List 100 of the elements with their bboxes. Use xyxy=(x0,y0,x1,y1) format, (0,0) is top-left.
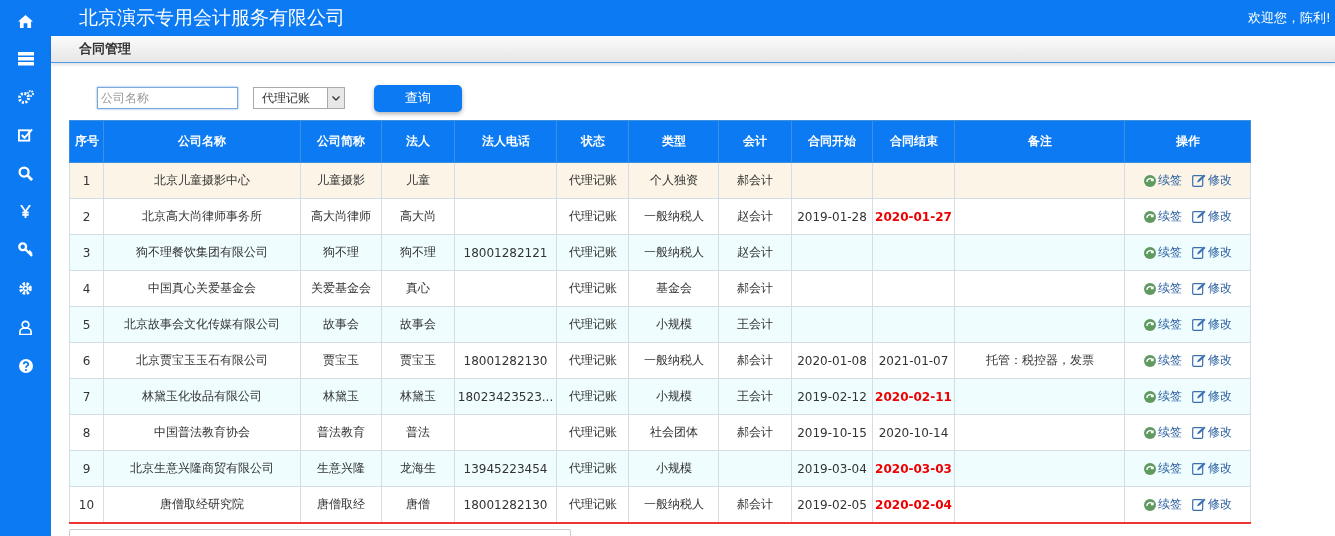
table-row[interactable]: 4 中国真心关爱基金会 关爱基金会 真心 代理记账 基金会 郝会计 续签 修改 xyxy=(69,270,1251,307)
edit-icon xyxy=(1191,353,1206,367)
table-cell: 贾宝玉 xyxy=(400,353,436,367)
renew-link[interactable]: 续签 xyxy=(1143,352,1182,369)
column-header: 公司简称 xyxy=(300,120,382,163)
table-cell: 2019-10-15 xyxy=(797,425,867,440)
table-cell: 代理记账 xyxy=(568,173,617,187)
gear-icon[interactable] xyxy=(18,281,33,296)
table-cell: 2020-03-03 xyxy=(875,461,952,476)
refresh-icon xyxy=(1143,426,1156,439)
renew-link[interactable]: 续签 xyxy=(1143,388,1182,405)
renew-link[interactable]: 续签 xyxy=(1143,316,1182,333)
table-cell: 4 xyxy=(82,281,91,296)
table-cell: 狗不理 xyxy=(400,245,436,259)
server-icon[interactable] xyxy=(17,52,34,66)
table-cell: 10 xyxy=(78,497,95,512)
refresh-icon xyxy=(1143,498,1156,511)
edit-icon xyxy=(1191,461,1206,475)
refresh-icon xyxy=(1143,246,1156,259)
renew-link[interactable]: 续签 xyxy=(1143,244,1182,261)
table-cell: 2019-01-28 xyxy=(797,209,867,224)
table-cell: 2020-01-08 xyxy=(797,353,867,368)
table-row[interactable]: 5 北京故事会文化传媒有限公司 故事会 故事会 代理记账 小规模 王会计 续签 修改 xyxy=(69,306,1251,343)
table-cell: 2021-01-07 xyxy=(878,353,949,368)
column-header: 公司名称 xyxy=(103,120,301,163)
yen-icon[interactable] xyxy=(20,205,31,218)
table-row[interactable]: 3 狗不理餐饮集团有限公司 狗不理 狗不理 18001282121 代理记账 一般纳税人 赵会计 续签 修改 xyxy=(69,234,1251,271)
table-cell: 个人独资 xyxy=(649,173,698,187)
table-cell: 郝会计 xyxy=(737,281,773,295)
page-title: 合同管理 xyxy=(79,40,131,59)
table-cell: 5 xyxy=(82,317,91,332)
table-cell: 18001282121 xyxy=(463,245,548,260)
table-cell: 生意兴隆 xyxy=(317,461,365,475)
help-icon[interactable] xyxy=(18,359,33,373)
renew-link[interactable]: 续签 xyxy=(1143,280,1182,297)
renew-link[interactable]: 续签 xyxy=(1143,208,1182,225)
renew-link[interactable]: 续签 xyxy=(1143,460,1182,477)
table-cell: 代理记账 xyxy=(568,245,617,259)
edit-link[interactable]: 修改 xyxy=(1191,495,1232,513)
table-cell: 林黛玉 xyxy=(323,389,359,403)
table-row[interactable]: 6 北京贾宝玉玉石有限公司 贾宝玉 贾宝玉 18001282130 代理记账 一般纳税人 郝会计 2020-01-08 2021-01-07 托管：税控器，发票 续签 修改 xyxy=(69,342,1251,379)
table-cell: 真心 xyxy=(406,281,430,295)
table-cell: 高大尚 xyxy=(400,209,436,223)
type-select[interactable]: 代理记账 xyxy=(253,87,345,109)
table-cell: 7 xyxy=(82,389,91,404)
table-row[interactable]: 7 林黛玉化妆品有限公司 林黛玉 林黛玉 18023423523... 代理记账 小规模 王会计 2019-02-12 2020-02-11 续签 修改 xyxy=(69,378,1251,415)
refresh-icon xyxy=(1143,210,1156,223)
edit-icon xyxy=(1191,245,1206,259)
column-header: 备注 xyxy=(954,120,1125,163)
edit-link[interactable]: 修改 xyxy=(1191,387,1232,405)
table-row[interactable]: 2 北京高大尚律师事务所 高大尚律师 高大尚 代理记账 一般纳税人 赵会计 2019-01-28 2020-01-27 续签 修改 xyxy=(69,198,1251,235)
edit-link[interactable]: 修改 xyxy=(1191,459,1232,477)
table-cell: 社会团体 xyxy=(649,425,698,439)
renew-link[interactable]: 续签 xyxy=(1143,172,1182,189)
user-icon[interactable] xyxy=(19,320,32,335)
chevron-down-icon xyxy=(332,95,340,101)
search-icon[interactable] xyxy=(18,166,33,181)
query-button[interactable]: 查询 xyxy=(374,84,462,112)
table-cell: 2020-02-04 xyxy=(875,497,952,512)
table-cell: 唐僧取经 xyxy=(317,497,365,511)
refresh-icon xyxy=(1143,174,1156,187)
refresh-icon xyxy=(1143,318,1156,331)
table-cell: 9 xyxy=(82,461,91,476)
table-cell: 儿童摄影 xyxy=(317,173,365,187)
table-row[interactable]: 8 中国普法教育协会 普法教育 普法 代理记账 社会团体 郝会计 2019-10-15 2020-10-14 续签 修改 xyxy=(69,414,1251,451)
edit-icon xyxy=(1191,389,1206,403)
table-cell: 儿童 xyxy=(406,173,430,187)
company-name-field[interactable]: 公司名称 xyxy=(97,87,238,109)
edit-icon xyxy=(1191,209,1206,223)
table-cell: 18001282130 xyxy=(463,497,548,512)
table-cell: 郝会计 xyxy=(737,497,773,511)
horizontal-scrollbar[interactable] xyxy=(69,529,571,536)
renew-link[interactable]: 续签 xyxy=(1143,424,1182,441)
edit-link[interactable]: 修改 xyxy=(1191,351,1232,369)
renew-link[interactable]: 续签 xyxy=(1143,496,1182,513)
edit-icon xyxy=(1191,425,1206,439)
edit-link[interactable]: 修改 xyxy=(1191,423,1232,441)
table-cell: 18001282130 xyxy=(463,353,548,368)
table-cell: 贾宝玉 xyxy=(323,353,359,367)
table-cell: 北京儿童摄影中心 xyxy=(154,173,250,187)
edit-link[interactable]: 修改 xyxy=(1191,207,1232,225)
table-cell: 北京高大尚律师事务所 xyxy=(142,209,262,223)
table-cell: 13945223454 xyxy=(463,461,548,476)
table-row[interactable]: 9 北京生意兴隆商贸有限公司 生意兴隆 龙海生 13945223454 代理记账 小规模 2019-03-04 2020-03-03 续签 修改 xyxy=(69,450,1251,487)
table-row[interactable]: 1 北京儿童摄影中心 儿童摄影 儿童 代理记账 个人独资 郝会计 续签 修改 xyxy=(69,162,1251,199)
edit-link[interactable]: 修改 xyxy=(1191,279,1232,297)
table-cell: 故事会 xyxy=(400,317,436,331)
edit-icon xyxy=(1191,317,1206,331)
edit-link[interactable]: 修改 xyxy=(1191,171,1232,189)
home-icon[interactable] xyxy=(18,15,33,28)
edit-link[interactable]: 修改 xyxy=(1191,315,1232,333)
table-cell: 18023423523... xyxy=(457,389,554,404)
table-row[interactable]: 10 唐僧取经研究院 唐僧取经 唐僧 18001282130 代理记账 一般纳税人 郝会计 2019-02-05 2020-02-04 续签 修改 xyxy=(69,486,1251,523)
column-header: 合同开始 xyxy=(791,120,873,163)
edit-link[interactable]: 修改 xyxy=(1191,243,1232,261)
key-icon[interactable] xyxy=(18,242,33,257)
checkbox-icon[interactable] xyxy=(18,128,33,142)
refresh-icon xyxy=(1143,390,1156,403)
table-cell: 6 xyxy=(82,353,91,368)
edit-icon xyxy=(1191,497,1206,511)
